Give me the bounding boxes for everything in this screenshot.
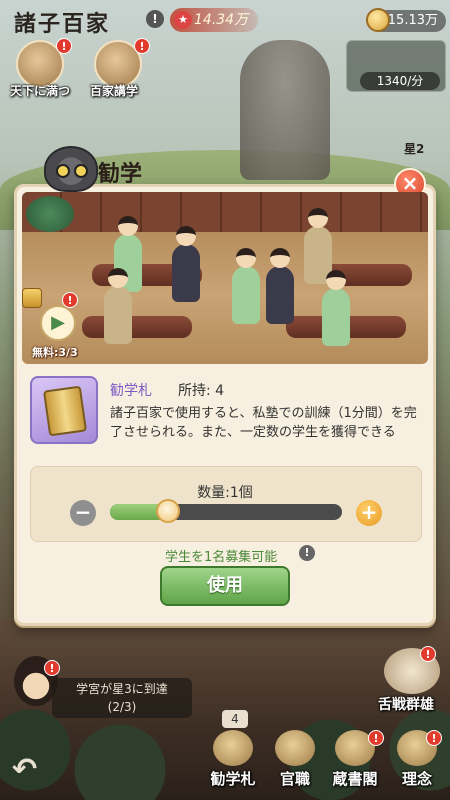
- event-label-lecture: 百家講学: [90, 84, 139, 98]
- use-button[interactable]: 使用: [160, 566, 290, 606]
- quest-tracker[interactable]: 学宮が星3に到達 (2/3): [52, 678, 192, 718]
- library-badge: !: [368, 730, 384, 746]
- desk: [82, 316, 192, 338]
- modal-title: 勧学: [98, 161, 143, 187]
- nav-label: 理念: [401, 770, 432, 788]
- fame-icon: ★: [174, 11, 192, 29]
- nav-study-token[interactable]: 勧学札: [208, 730, 258, 792]
- mascot-icon: [44, 146, 98, 192]
- quantity-slider[interactable]: [110, 504, 342, 520]
- nav-official-rank[interactable]: 官職: [270, 730, 320, 792]
- increase-button[interactable]: +: [356, 500, 382, 526]
- currency-value: 15.13万: [387, 13, 438, 28]
- title-info-icon[interactable]: !: [146, 10, 164, 28]
- modal-header: 勧学: [44, 146, 184, 192]
- scholar-figure: [266, 248, 294, 324]
- quest-badge: !: [44, 660, 60, 676]
- debate-label: 舌戦群雄: [378, 697, 434, 713]
- quest-progress: (2/3): [107, 700, 137, 714]
- student-figure: [232, 248, 260, 324]
- fame-badge[interactable]: ★ 14.34万: [170, 8, 259, 32]
- classroom-wall: [22, 192, 428, 232]
- star-level: 星2: [404, 142, 425, 156]
- teacher-figure: [172, 226, 200, 302]
- item-owned-count: 所持: 4: [178, 383, 225, 399]
- scroll-icon: [42, 385, 88, 437]
- nav-label: 蔵書閣: [332, 770, 378, 788]
- pond-plant: [26, 196, 74, 232]
- quantity-slider-handle[interactable]: [156, 499, 180, 523]
- student-figure: [104, 268, 132, 344]
- debate-badge: !: [420, 646, 436, 662]
- event-badge-lecture: !: [134, 38, 150, 54]
- item-description: 諸子百家で使用すると、私塾での訓練（1分間）を完了させられる。また、一定数の学生…: [110, 406, 417, 440]
- scroll-icon: [213, 730, 253, 766]
- classroom-scene: [22, 192, 428, 364]
- quantity-label: 数量:1個: [197, 485, 253, 501]
- rank-icon: [275, 730, 315, 766]
- game-title: 諸子百家: [14, 11, 111, 37]
- item-count-badge: 4: [222, 710, 248, 728]
- back-arrow-icon[interactable]: ↶: [12, 752, 52, 788]
- confucius-statue: [240, 40, 330, 180]
- event-label-tenka: 天下に満つ: [10, 84, 71, 98]
- recruit-info-icon[interactable]: !: [299, 545, 315, 561]
- nav-label: 勧学札: [210, 770, 256, 788]
- quest-title: 学宮が星3に到達: [76, 682, 168, 696]
- item-icon: [30, 376, 98, 444]
- free-count-label: 無料:3/3: [32, 346, 78, 359]
- coin-icon: [366, 8, 390, 32]
- event-badge-tenka: !: [56, 38, 72, 54]
- currency-display[interactable]: 15.13万: [366, 8, 446, 32]
- production-rate: 1340/分: [360, 72, 440, 90]
- decrease-button[interactable]: −: [70, 500, 96, 526]
- recruit-info-text: 学生を1名募集可能: [165, 550, 278, 565]
- item-name: 勧学札: [110, 383, 152, 399]
- philosophy-badge: !: [426, 730, 442, 746]
- fame-value: 14.34万: [194, 12, 249, 28]
- play-video-button[interactable]: ▶: [40, 305, 76, 341]
- nav-label: 官職: [279, 770, 310, 788]
- gift-icon[interactable]: [22, 288, 42, 308]
- student-figure: [322, 270, 350, 346]
